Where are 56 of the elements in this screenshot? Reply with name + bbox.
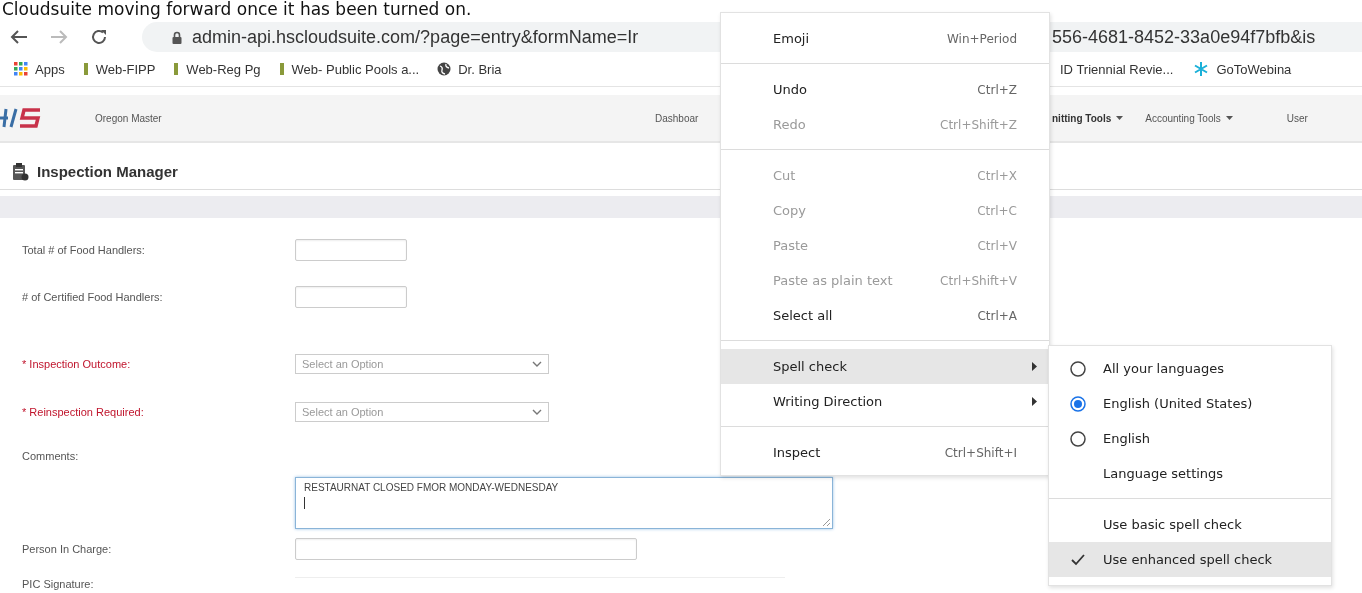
grid-icon (14, 62, 28, 76)
bookmark-item[interactable]: ID Triennial Revie... (1060, 61, 1174, 77)
menu-item[interactable]: Undo Ctrl+Z (721, 72, 1049, 107)
caption-text: Cloudsuite moving forward once it has been turned on. (1, 0, 473, 18)
url-text: admin-api.hscloudsuite.com/?page=entry&formName=Ir (192, 26, 640, 48)
bookmark-icon (82, 62, 89, 76)
radio-button[interactable] (1070, 360, 1086, 377)
menu-item[interactable]: Language settings (1049, 456, 1331, 491)
menu-item[interactable]: Emoji Win+Period (721, 21, 1049, 56)
chevron-icon (532, 361, 542, 367)
menu-item[interactable]: English (1049, 421, 1331, 456)
nav-menu-item[interactable]: User (1286, 112, 1308, 124)
bookmark-item[interactable]: GoToWebina (1193, 61, 1292, 77)
bookmark-item[interactable]: Apps (14, 61, 65, 77)
reload-icon[interactable] (90, 28, 108, 46)
field-label: * Reinspection Required: (22, 406, 145, 418)
menu-item[interactable]: All your languages (1049, 351, 1331, 386)
input-field[interactable] (295, 285, 407, 308)
url-text: 556-4681-8452-33a0e94f7bfb&is (1052, 26, 1316, 48)
field-label: * Inspection Outcome: (22, 358, 132, 370)
menu-item[interactable]: Select all Ctrl+A (721, 298, 1049, 333)
menu-item[interactable]: Inspect Ctrl+Shift+I (721, 435, 1049, 470)
lock-icon (172, 30, 182, 44)
input-field[interactable] (295, 538, 637, 560)
menu-item[interactable]: Spell check (721, 349, 1049, 384)
bookmark-item[interactable]: Web-Reg Pg (173, 61, 261, 77)
field-label: Comments: (22, 449, 80, 462)
brand-name: Oregon Master (95, 112, 163, 124)
resize-grip-icon (822, 518, 830, 526)
snowflake-icon (1193, 61, 1210, 77)
menu-item[interactable]: Use basic spell check (1049, 507, 1331, 542)
input-field[interactable] (295, 238, 407, 261)
field-label: Person In Charge: (22, 543, 113, 555)
menu-item[interactable]: Use enhanced spell check (1049, 542, 1331, 577)
field-label: # of Certified Food Handlers: (22, 290, 164, 303)
chevron-icon (532, 409, 542, 415)
bookmark-icon (173, 62, 180, 76)
bookmark-item[interactable]: Web-FIPP (82, 61, 156, 77)
nav-menu-item[interactable]: Dashboar (655, 112, 699, 124)
field-label: Total # of Food Handlers: (22, 243, 146, 256)
page-title: Inspection Manager (37, 162, 178, 180)
radio-button[interactable] (1070, 430, 1086, 447)
bookmark-icon (278, 62, 285, 76)
back-arrow-icon[interactable] (10, 29, 28, 45)
bookmark-item[interactable]: Dr. Bria (437, 61, 502, 77)
nav-menu-item[interactable]: nitting Tools (1052, 112, 1124, 124)
menu-item[interactable]: English (United States) (1049, 386, 1331, 421)
radio-button[interactable] (1070, 395, 1086, 412)
bookmark-item[interactable]: Web- Public Pools a... (278, 61, 420, 77)
text-cursor (304, 497, 305, 509)
menu-item[interactable]: Writing Direction (721, 384, 1049, 419)
comments-field[interactable]: RESTAURNAT CLOSED FMOR MONDAY-WEDNESDAY (295, 477, 833, 529)
globe-icon (437, 62, 452, 76)
nav-menu-item[interactable]: Accounting Tools (1145, 112, 1233, 124)
clipboard-icon (12, 161, 29, 181)
field-label: PIC Signature: (22, 578, 95, 590)
